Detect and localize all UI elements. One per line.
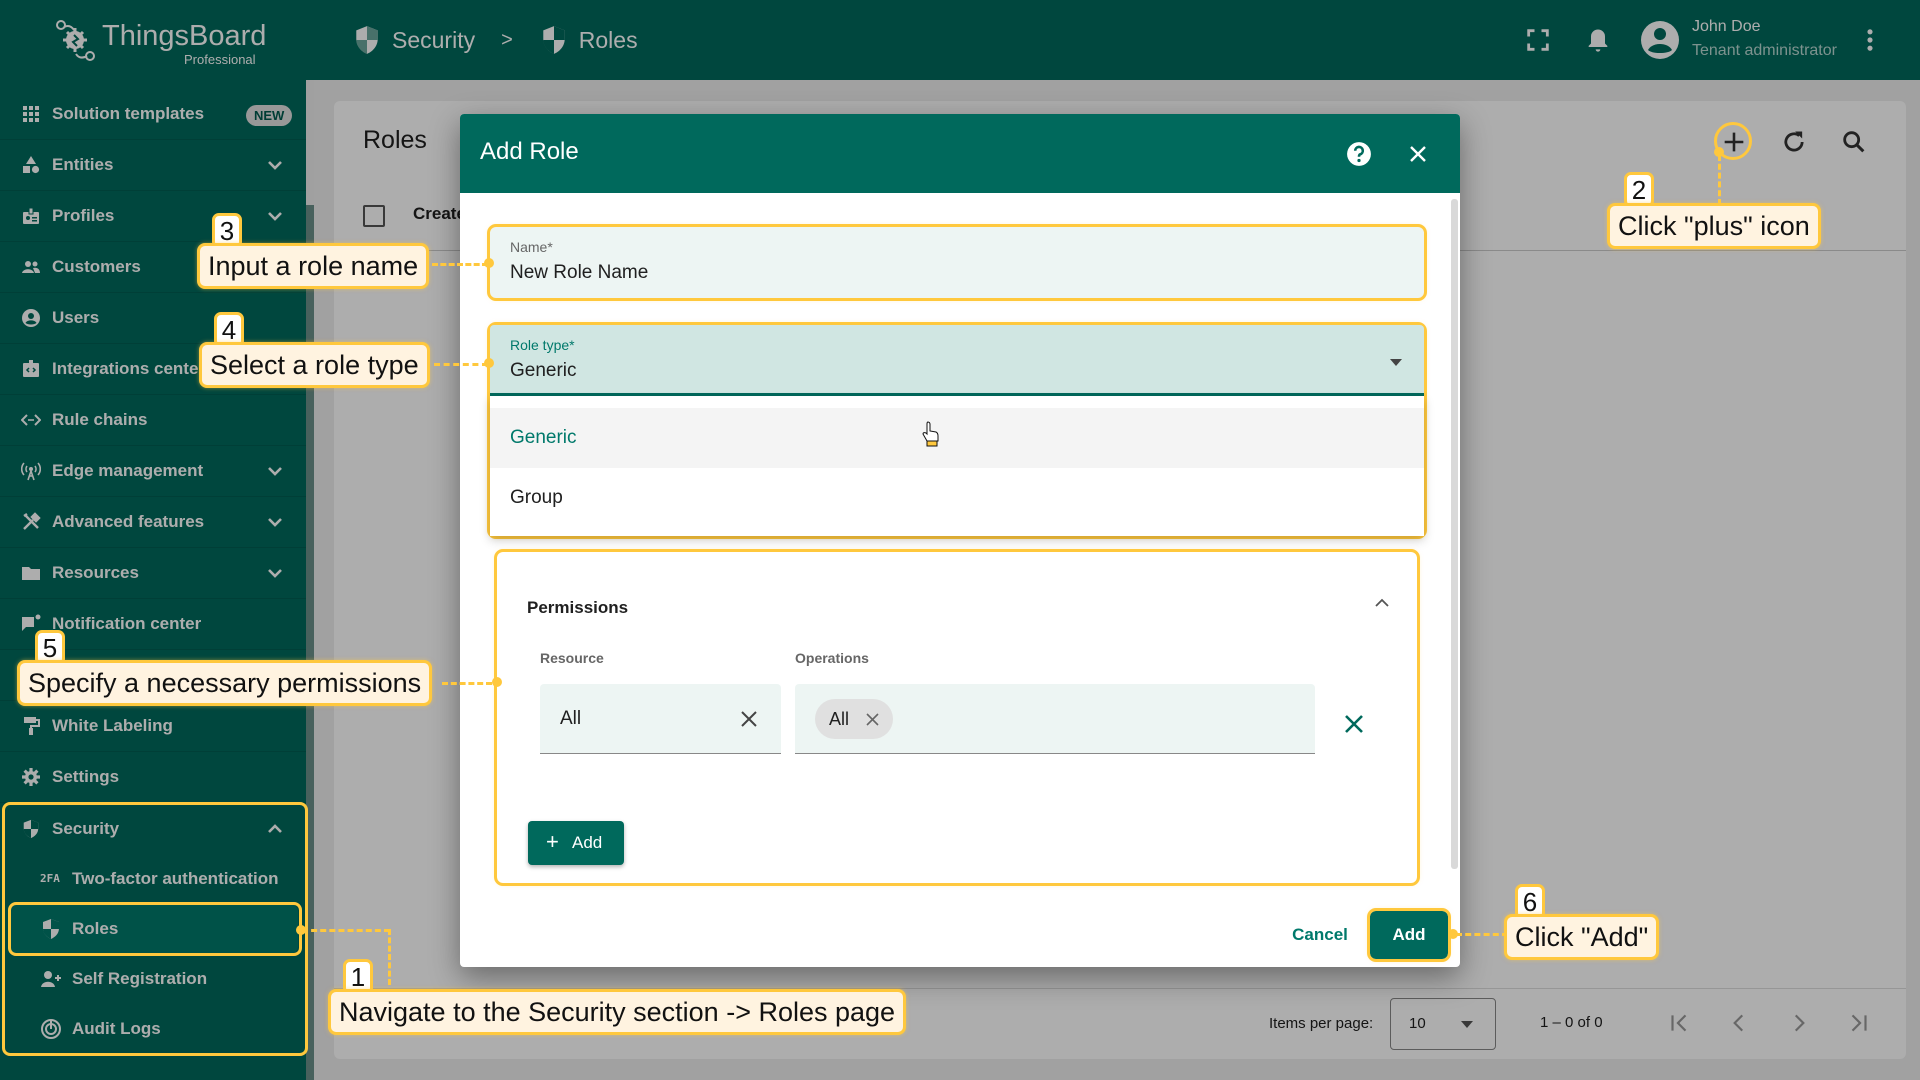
resource-field[interactable]: All (540, 684, 781, 754)
callout-anchor (484, 258, 494, 268)
operations-field[interactable]: All (795, 684, 1315, 754)
operation-chip: All (815, 699, 893, 739)
callout-anchor (484, 358, 494, 368)
resource-value: All (560, 708, 582, 729)
role-type-select[interactable]: Role type* Generic (490, 325, 1424, 396)
resource-column-header: Resource (540, 650, 604, 666)
callout-connector (432, 263, 488, 266)
option-label: Generic (510, 427, 577, 448)
cancel-button[interactable]: Cancel (1280, 913, 1360, 957)
operations-column-header: Operations (795, 650, 869, 666)
callout-step-3: Input a role name (197, 243, 430, 289)
option-label: Group (510, 487, 563, 508)
callout-step-6: Click "Add" (1504, 914, 1660, 960)
callout-connector (1718, 155, 1721, 205)
role-type-dropdown: Generic Group (490, 396, 1424, 536)
callout-connector (434, 363, 488, 366)
callout-connector (388, 929, 391, 985)
plus-icon: + (546, 829, 559, 854)
callout-connector (302, 929, 390, 932)
name-field-label: Name* (510, 239, 553, 255)
callout-step-1: Navigate to the Security section -> Role… (328, 989, 907, 1035)
roles-item-highlight (8, 902, 302, 956)
dropdown-arrow-icon (1390, 359, 1402, 366)
dialog-header: Add Role (460, 114, 1460, 193)
help-icon[interactable] (1346, 141, 1372, 167)
callout-step-4: Select a role type (199, 342, 430, 388)
dialog-title: Add Role (480, 138, 579, 165)
chip-remove-icon[interactable] (865, 712, 880, 727)
operation-chip-label: All (829, 709, 850, 729)
clear-icon[interactable] (738, 708, 760, 730)
role-type-label: Role type* (510, 337, 575, 353)
permissions-title: Permissions (527, 598, 629, 617)
add-permission-button[interactable]: + Add (528, 821, 624, 865)
role-type-value: Generic (510, 360, 577, 381)
add-button[interactable]: Add (1367, 908, 1451, 962)
chevron-up-icon[interactable] (1373, 594, 1391, 612)
name-field-value: New Role Name (510, 262, 649, 283)
callout-connector (442, 682, 492, 685)
callout-anchor (492, 677, 502, 687)
close-icon[interactable] (1406, 142, 1430, 166)
dialog-scrollbar[interactable] (1451, 199, 1458, 869)
callout-step-2: Click "plus" icon (1607, 203, 1821, 249)
role-type-option-group[interactable]: Group (490, 468, 1424, 528)
role-type-option-generic[interactable]: Generic (490, 408, 1424, 468)
name-field[interactable]: Name* New Role Name (487, 224, 1427, 301)
permissions-panel: Permissions Resource Operations All All … (494, 549, 1420, 886)
hand-cursor-icon (922, 421, 939, 447)
callout-step-5: Specify a necessary permissions (17, 660, 433, 706)
callout-connector (1456, 933, 1508, 936)
add-permission-label: Add (572, 833, 603, 852)
remove-permission-icon[interactable] (1342, 712, 1366, 736)
add-role-dialog: Add Role Name* New Role Name Role type* … (460, 114, 1460, 967)
